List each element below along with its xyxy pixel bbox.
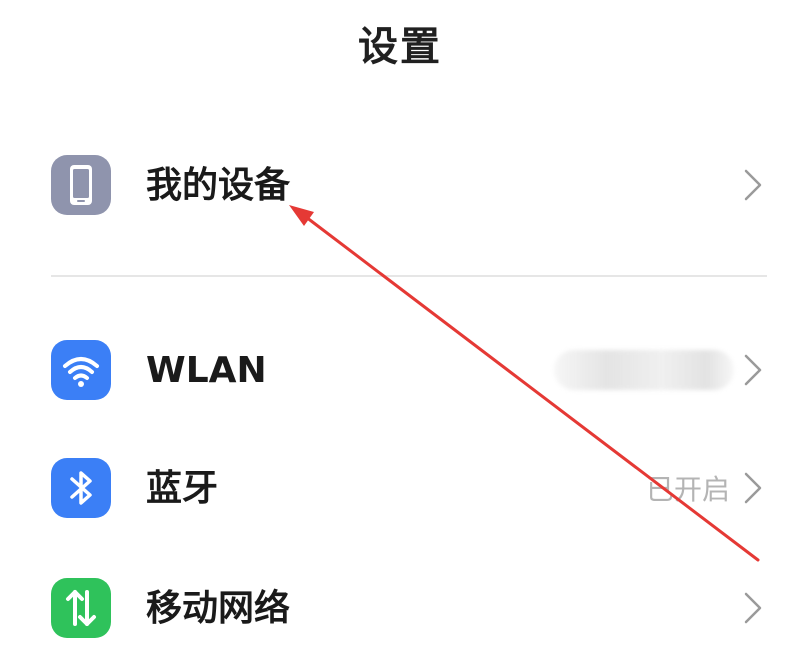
chevron-right-icon — [744, 592, 762, 624]
bluetooth-icon — [51, 458, 111, 518]
settings-item-mobile-network[interactable]: 移动网络 — [0, 553, 800, 663]
wifi-icon — [51, 340, 111, 400]
settings-item-my-device[interactable]: 我的设备 — [0, 130, 800, 240]
phone-device-icon — [51, 155, 111, 215]
section-divider — [51, 275, 767, 277]
settings-item-bluetooth[interactable]: 蓝牙 已开启 — [0, 433, 800, 543]
chevron-right-icon — [744, 354, 762, 386]
mobile-network-icon — [51, 578, 111, 638]
blurred-network-name — [554, 350, 734, 390]
settings-item-label: 我的设备 — [146, 165, 291, 206]
chevron-right-icon — [744, 169, 762, 201]
settings-item-label: 蓝牙 — [146, 468, 219, 509]
settings-item-label: 移动网络 — [146, 588, 291, 629]
chevron-right-icon — [744, 472, 762, 504]
page-title: 设置 — [358, 24, 442, 70]
bluetooth-status: 已开启 — [645, 473, 730, 506]
settings-item-label: WLAN — [146, 350, 267, 391]
